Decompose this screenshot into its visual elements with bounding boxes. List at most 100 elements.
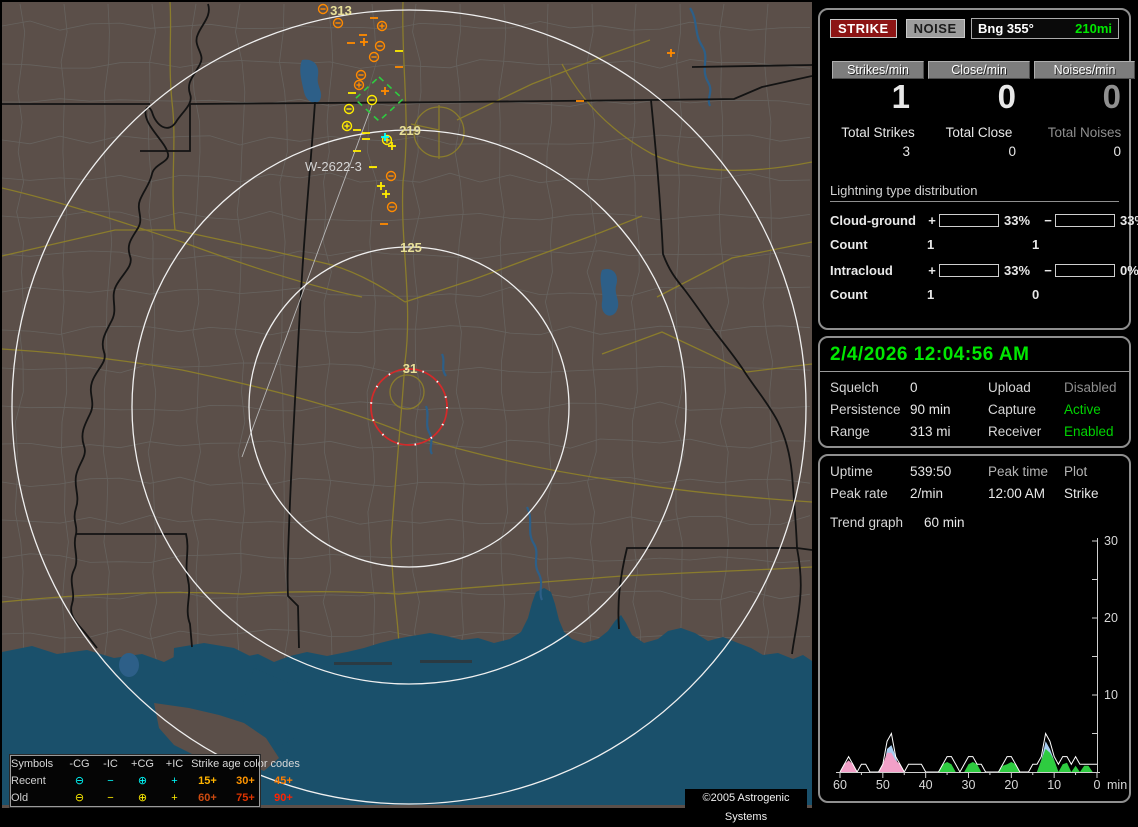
ic-positive-count: 1 [927,287,935,302]
trend-window-value: 60 min [924,515,965,530]
cg-neg-recent-icon: ⊖ [74,774,85,787]
ic-neg-old-icon: − [107,791,114,804]
legend-header-symbols: Symbols [11,758,54,771]
strike-stats-panel: STRIKE NOISE Bng 355° 210mi Strikes/min … [818,8,1138,330]
datetime-display: 2/4/2026 12:04:56 AM [830,344,1030,365]
persistence-value: 90 min [910,402,951,417]
age-45: 45+ [274,774,293,787]
ring-label-219: 219 [399,123,421,138]
trend-x-tick: 30 [962,778,976,792]
plus-sign: + [928,213,936,228]
trend-x-tick: 10 [1047,778,1061,792]
cg-positive-pct: 33% [1004,213,1031,228]
trend-x-tick: 0 [1094,778,1101,792]
storm-cell-label-tail: − [369,159,377,175]
age-15: 15+ [198,774,217,787]
peak-time-header: Peak time [988,464,1049,479]
ic-pos-old-icon: + [171,791,178,804]
cg-pos-old-icon: ⊕ [137,791,148,804]
map-graphic: 313 219 125 31 W-2622-3 − [2,2,812,808]
total-strikes-label: Total Strikes [841,125,915,140]
noise-button[interactable]: NOISE [905,19,965,38]
map-legend: Symbols -CG -IC +CG +IC Strike age color… [9,754,300,808]
ring-label-31: 31 [403,361,417,376]
receiver-label: Receiver [988,424,1042,439]
plus-sign: + [928,263,936,278]
ic-positive-pct: 33% [1004,263,1031,278]
age-75: 75+ [236,791,255,804]
cg-pos-recent-icon: ⊕ [137,774,148,787]
squelch-value: 0 [910,380,918,395]
legend-header-ic-neg: -IC [103,758,118,771]
trend-y-tick: 10 [1104,688,1118,702]
uptime-label: Uptime [830,464,873,479]
close-per-min-value: 0 [997,78,1016,115]
trend-graph: 60 50 40 30 20 10 0 min 10 20 30 [833,534,1127,792]
strike-button[interactable]: STRIKE [830,19,897,38]
status-panel: 2/4/2026 12:04:56 AM Squelch 0 Upload Di… [818,336,1131,448]
legend-header-cg-pos: +CG [131,758,154,771]
age-30: 30+ [236,774,255,787]
distribution-heading: Lightning type distribution [830,183,1119,202]
bearing-readout: Bng 355° 210mi [971,18,1119,39]
upload-label: Upload [988,380,1031,395]
cg-neg-old-icon: ⊖ [74,791,85,804]
ic-negative-bar [1055,264,1115,277]
minus-sign: − [1044,263,1052,278]
cg-count-label: Count [830,237,868,252]
legend-header-ic-pos: +IC [165,758,184,771]
storm-cell-label: W-2622-3 [305,159,362,174]
total-strikes-value: 3 [902,144,910,159]
ic-neg-recent-icon: − [107,774,114,787]
ic-pos-recent-icon: + [171,774,178,787]
legend-header-age: Strike age color codes [191,758,300,771]
age-60: 60+ [198,791,217,804]
total-noises-value: 0 [1113,144,1121,159]
map-canvas[interactable]: 313 219 125 31 W-2622-3 − Symbols -CG -I… [2,2,812,823]
legend-row-old-label: Old [11,791,29,804]
cg-negative-bar [1055,214,1115,227]
peak-time-value: 12:00 AM [988,486,1046,501]
bearing-value: Bng 355° [978,21,1034,36]
ring-label-313: 313 [330,3,352,18]
ring-label-125: 125 [400,240,422,255]
receiver-status: Enabled [1064,424,1114,439]
ic-positive-bar [939,264,999,277]
total-close-label: Total Close [945,125,1013,140]
minus-sign: − [1044,213,1052,228]
trend-y-tick: 20 [1104,611,1118,625]
bearing-range-value: 210mi [1075,21,1112,36]
capture-status: Active [1064,402,1101,417]
uptime-value: 539:50 [910,464,952,479]
trend-x-tick: 50 [876,778,890,792]
trend-panel: Uptime 539:50 Peak time Plot Peak rate 2… [818,454,1131,803]
cg-positive-count: 1 [927,237,935,252]
total-close-value: 0 [1008,144,1016,159]
legend-header-cg-neg: -CG [69,758,90,771]
capture-label: Capture [988,402,1037,417]
copyright-text: ©2005 Astrogenic Systems [685,789,807,823]
strikes-per-min-button[interactable]: Strikes/min [832,61,924,79]
trend-x-tick: 60 [833,778,847,792]
cg-negative-pct: 33% [1120,213,1138,228]
peak-rate-label: Peak rate [830,486,888,501]
total-noises-label: Total Noises [1047,125,1122,140]
ic-negative-pct: 0% [1120,263,1138,278]
trend-y-tick: 30 [1104,534,1118,548]
intracloud-label: Intracloud [830,263,893,278]
cloud-ground-label: Cloud-ground [830,213,916,228]
noises-per-min-value: 0 [1102,78,1121,115]
range-value: 313 mi [910,424,951,439]
legend-row-recent-label: Recent [11,774,46,787]
trend-x-tick: 40 [919,778,933,792]
noises-per-min-button[interactable]: Noises/min [1034,61,1135,79]
upload-status: Disabled [1064,380,1117,395]
plot-header: Plot [1064,464,1088,479]
trend-graph-label: Trend graph [830,515,904,530]
ic-count-label: Count [830,287,868,302]
plot-mode-value: Strike [1064,486,1099,501]
squelch-label: Squelch [830,380,879,395]
close-per-min-button[interactable]: Close/min [928,61,1030,79]
trend-x-tick: 20 [1004,778,1018,792]
range-label: Range [830,424,870,439]
